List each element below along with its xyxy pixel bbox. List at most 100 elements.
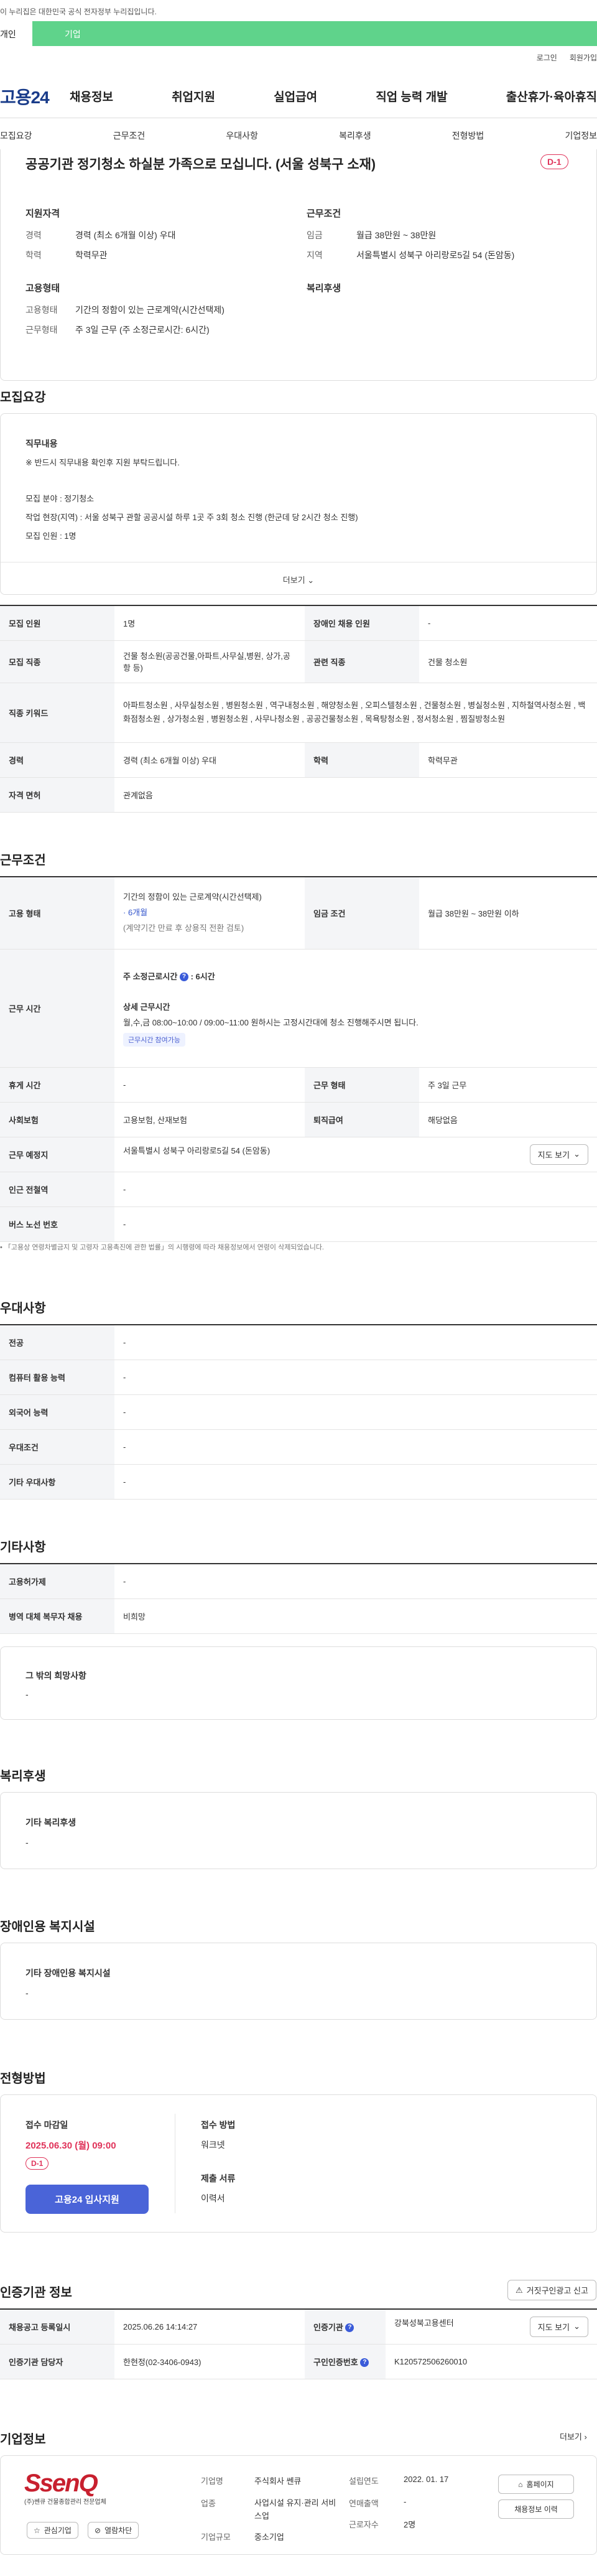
site-logo[interactable]: 고용24 <box>0 84 70 109</box>
emp-period: · 6개월 <box>123 907 148 917</box>
history-button[interactable]: 채용정보 이력 <box>498 2499 574 2519</box>
cell-label: 장애인 채용 인원 <box>305 605 419 641</box>
report-button[interactable]: ⚠ 거짓구인광고 신고 <box>507 2280 596 2300</box>
cell-value: 비희망 <box>114 1598 597 1634</box>
wage-label: 임금 <box>307 230 323 240</box>
gov-notice: 이 누리집은 대한민국 공식 전자정부 누리집입니다. <box>0 0 597 21</box>
login-link[interactable]: 로그인 <box>537 52 557 63</box>
info-icon[interactable]: ? <box>179 973 188 982</box>
lnb-process[interactable]: 전형방법 <box>452 129 484 142</box>
homepage-button[interactable]: ⌂ 홈페이지 <box>498 2475 574 2494</box>
welfare-card: 기타 복리후생 - <box>0 1792 597 1869</box>
cell-label: 자격 면허 <box>0 777 114 813</box>
company-industry-value: 사업시설 유지·관리 서비스업 <box>254 2498 336 2521</box>
cell-value: 주 소정근로시간 ? : 6시간 상세 근무시간 월,수,금 08:00~10:… <box>114 949 597 1068</box>
star-icon: ☆ <box>34 2526 40 2535</box>
map-button[interactable]: 지도 보기 ⌄ <box>529 1144 588 1165</box>
cell-value: - <box>114 1360 597 1395</box>
gov-tabs: 개인 기업 <box>0 21 597 46</box>
cell-label: 관련 직종 <box>305 640 419 683</box>
chevron-right-icon: › <box>584 2432 587 2442</box>
process-title: 전형방법 <box>0 2072 46 2086</box>
duty-card: 직무내용 ※ 반드시 직무내용 확인후 지원 부탁드립니다. 모집 분야 : 정… <box>0 413 597 595</box>
cell-label: 직종 키워드 <box>0 683 114 743</box>
cell-value: K120572506260010 <box>386 2344 597 2379</box>
info-icon[interactable]: ? <box>360 2358 369 2368</box>
lnb-recruit[interactable]: 모집요강 <box>0 129 32 142</box>
more-toggle[interactable]: 더보기 ⌄ <box>1 562 596 594</box>
emp-line: 기간의 정함이 있는 근로계약(시간선택제) <box>123 892 262 902</box>
deadline-label: 접수 마감일 <box>25 2120 68 2130</box>
cell-value: - <box>114 1206 597 1242</box>
more-label: 더보기 <box>282 576 305 585</box>
cell-value: - <box>114 1325 597 1360</box>
age-footnote: • 「고용상 연령차별금지 및 고령자 고용촉진에 관한 법률」의 시행령에 따… <box>0 1244 324 1251</box>
place-value: 서울특별시 성북구 아리랑로5길 54 (돈암동) <box>123 1146 271 1155</box>
dday-badge: D-1 <box>540 154 568 169</box>
company-industry-label: 업종 <box>201 2499 216 2508</box>
work-type-label: 근무형태 <box>25 325 58 335</box>
chevron-down-icon: ⌄ <box>573 2322 580 2331</box>
table-row: 직종 키워드 아파트청소원 , 사무실청소원 , 병원청소원 , 역구내청소원 ,… <box>0 683 597 743</box>
cell-label: 인증기관 담당자 <box>0 2344 114 2379</box>
cell-value: 2025.06.26 14:14:27 <box>114 2309 305 2345</box>
cell-value: 1명 <box>114 605 305 641</box>
disab-box-title: 기타 장애인용 복지시설 <box>25 1968 111 1978</box>
homepage-button-label: 홈페이지 <box>526 2480 554 2489</box>
lnb-welfare[interactable]: 복리후생 <box>339 129 371 142</box>
cell-label: 전공 <box>0 1325 114 1360</box>
cell-label: 근무 예정지 <box>0 1137 114 1172</box>
company-name-value: 주식회사 쎈큐 <box>254 2476 302 2486</box>
lnb-pref[interactable]: 우대사항 <box>226 129 258 142</box>
page-title: 공공기관 정기청소 하실분 가족으로 모십니다. (서울 성북구 소재) <box>25 157 376 172</box>
detail-hours-text: 월,수,금 08:00~10:00 / 09:00~11:00 원하시는 고정시… <box>123 1017 419 1027</box>
etc-table: 고용허가제 - 병역 대체 복무자 채용 비희망 <box>0 1563 597 1634</box>
info-icon[interactable]: ? <box>345 2323 354 2333</box>
gnb-item-training[interactable]: 직업 능력 개발 <box>376 88 447 105</box>
pref-table: 전공 - 컴퓨터 활용 능력 - 외국어 능력 - 우대조건 - 기타 우대사항 - <box>0 1324 597 1500</box>
gnb-item-unemployment[interactable]: 실업급여 <box>274 88 317 105</box>
cert-org-value: 강북성북고용센터 <box>394 2318 454 2328</box>
cell-label: 컴퓨터 활용 능력 <box>0 1360 114 1395</box>
cell-label: 근무 시간 <box>0 949 114 1068</box>
fav-button[interactable]: ☆ 관심기업 <box>27 2522 78 2539</box>
hours-tag[interactable]: 근무시간 참여가능 <box>123 1032 186 1047</box>
cell-value: 서울특별시 성북구 아리랑로5길 54 (돈암동) 지도 보기 ⌄ <box>114 1137 597 1172</box>
table-row: 우대조건 - <box>0 1429 597 1465</box>
deadline-dday: D-1 <box>25 2157 49 2170</box>
cell-label: 휴게 시간 <box>0 1067 114 1103</box>
cell-value: 건물 청소원 <box>419 640 597 683</box>
apply-button[interactable]: 고용24 입사지원 <box>25 2185 149 2214</box>
signup-link[interactable]: 회원가입 <box>570 52 597 63</box>
tab-individual[interactable]: 개인 <box>0 21 32 46</box>
company-logo-sub: (주)쎈큐 건물종합관리 전문업체 <box>24 2499 106 2506</box>
cell-label: 모집 인원 <box>0 605 114 641</box>
lnb-company[interactable]: 기업정보 <box>565 129 597 142</box>
cell-value: 월급 38만원 ~ 38만원 이하 <box>419 877 597 950</box>
docs-label: 제출 서류 <box>201 2173 236 2183</box>
pref-title: 우대사항 <box>0 1302 46 1315</box>
gnb-item-jobs[interactable]: 채용정보 <box>70 88 113 105</box>
cell-value: - <box>114 1464 597 1500</box>
history-button-label: 채용정보 이력 <box>514 2505 558 2514</box>
work-type-value: 주 3일 근무 (주 소정근로시간: 6시간) <box>75 325 210 335</box>
edu-value: 학력무관 <box>75 250 108 260</box>
company-sales-label: 연매출액 <box>349 2499 379 2508</box>
table-row: 버스 노선 번호 - <box>0 1206 597 1242</box>
cert-map-button[interactable]: 지도 보기 ⌄ <box>529 2316 588 2337</box>
block-button-label: 열람차단 <box>104 2526 132 2535</box>
gnb-item-employment[interactable]: 취업지원 <box>172 88 215 105</box>
weekly-hours-value: 6시간 <box>195 971 215 981</box>
company-more-link[interactable]: 더보기 › <box>560 2430 587 2442</box>
cell-value: - <box>419 605 597 641</box>
gnb-item-leave[interactable]: 출산휴가·육아휴직 <box>506 88 597 105</box>
tab-corporate[interactable]: 기업 <box>32 21 597 46</box>
table-row: 고용허가제 - <box>0 1564 597 1599</box>
block-button[interactable]: ⊘ 열람차단 <box>88 2522 139 2539</box>
cell-label: 인증기관 ? <box>305 2309 386 2345</box>
table-row: 근무 시간 주 소정근로시간 ? : 6시간 상세 근무시간 월,수,금 08:… <box>0 949 597 1068</box>
table-row: 병역 대체 복무자 채용 비희망 <box>0 1598 597 1634</box>
lnb-work[interactable]: 근무조건 <box>113 129 146 142</box>
company-title: 기업정보 <box>0 2433 46 2447</box>
cell-value: - <box>114 1394 597 1430</box>
